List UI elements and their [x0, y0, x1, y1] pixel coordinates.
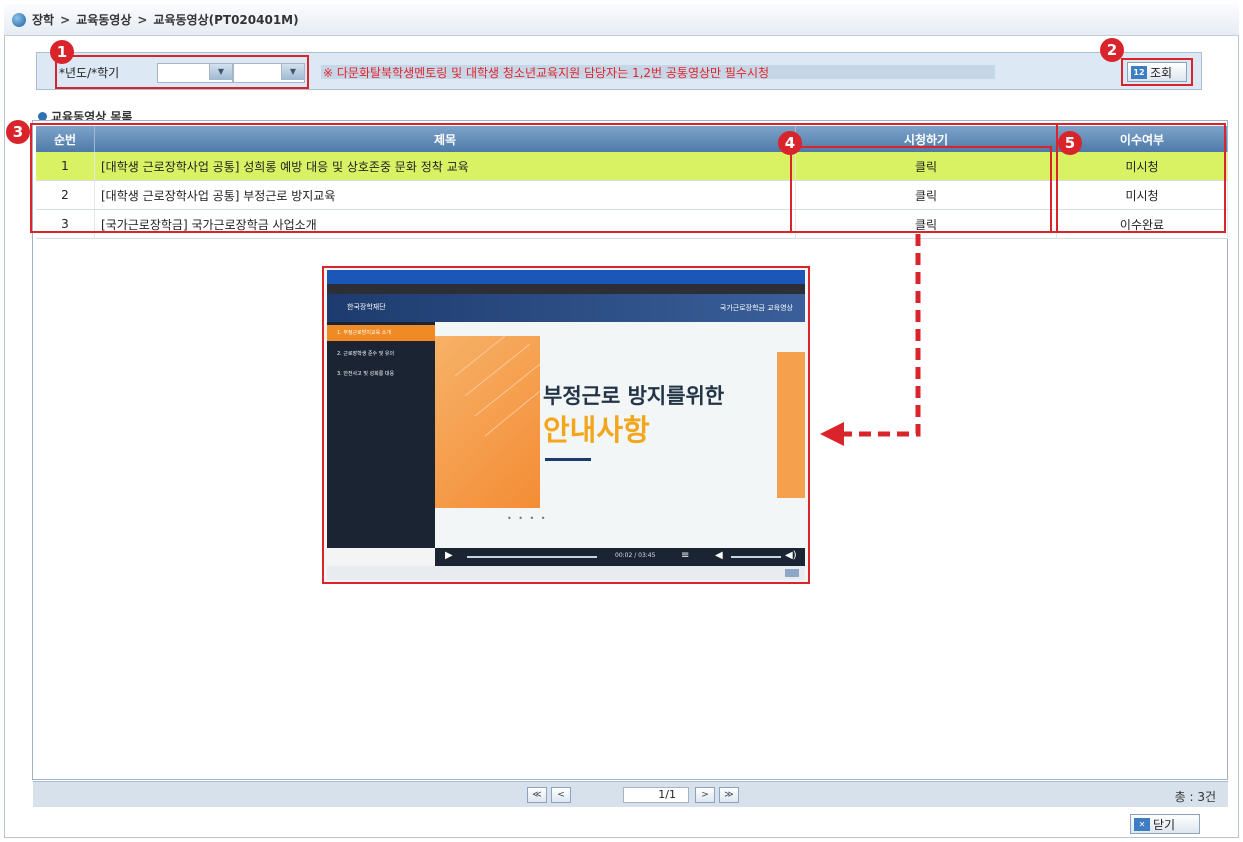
seek-bar: [467, 556, 597, 558]
breadcrumb: 장학 > 교육동영상 > 교육동영상(PT020401M): [4, 4, 1239, 36]
preview-corner-icon: [785, 569, 799, 577]
volume-bar: [731, 556, 781, 558]
year-dropdown-icon[interactable]: ▼: [209, 64, 232, 80]
semester-select[interactable]: ▼: [233, 63, 305, 83]
search-panel: *년도/*학기 ▼ ▼ ※ 다문화탈북학생멘토링 및 대학생 청소년교육지원 담…: [36, 52, 1202, 90]
volume-icon: ◀: [715, 550, 723, 561]
preview-time: 00:02 / 03:45: [615, 552, 656, 559]
marker-2: 2: [1100, 38, 1124, 62]
search-button[interactable]: 12 조회: [1127, 62, 1187, 82]
preview-statusbar: [327, 566, 805, 580]
prev-page-button[interactable]: <: [551, 787, 571, 803]
page-indicator[interactable]: 1/1: [623, 787, 689, 803]
search-button-icon: 12: [1131, 65, 1147, 79]
breadcrumb-item-home: 장학: [32, 13, 55, 27]
first-page-button[interactable]: ≪: [527, 787, 547, 803]
breadcrumb-item-section: 교육동영상: [76, 13, 132, 27]
slide-decoration-right: [777, 352, 805, 498]
marker-4: 4: [778, 131, 802, 155]
marker-3: 3: [6, 120, 30, 144]
preview-menu-item: 2. 근로장학생 준수 및 유의: [337, 351, 395, 357]
preview-menubar: [327, 284, 805, 294]
marker-1: 1: [50, 40, 74, 64]
arrow-icon: [820, 234, 921, 446]
page-title: 교육동영상(PT020401M): [153, 13, 299, 27]
speaker-icon: ◀): [785, 550, 797, 561]
play-icon: ▶: [445, 550, 453, 561]
next-page-button[interactable]: >: [695, 787, 715, 803]
notice-text: ※ 다문화탈북학생멘토링 및 대학생 청소년교육지원 담당자는 1,2번 공통영…: [323, 66, 770, 80]
year-semester-label: *년도/*학기: [59, 66, 120, 80]
preview-menu-item: 3. 안전사고 및 성희롱 대응: [337, 371, 395, 377]
slide-stripes: [454, 336, 540, 437]
preview-sidebar: 1. 부정근로방지교육 소개 2. 근로장학생 준수 및 유의 3. 안전사고 …: [327, 322, 435, 548]
preview-logo: 한국장학재단: [347, 303, 386, 311]
close-icon: ✕: [1134, 817, 1150, 831]
breadcrumb-separator: >: [60, 12, 71, 27]
breadcrumb-separator: >: [137, 12, 148, 27]
pagination-bar: ≪ < 1/1 > ≫ 총 : 3건: [33, 781, 1228, 807]
slide-dots: • • • •: [507, 514, 548, 523]
preview-player-controls: ▶ 00:02 / 03:45 ≡ ◀ ◀): [435, 548, 805, 566]
preview-menu-item: 1. 부정근로방지교육 소개: [327, 325, 435, 341]
highlight-box-watch: [790, 146, 1052, 233]
semester-dropdown-icon[interactable]: ▼: [281, 64, 304, 80]
caption-icon: ≡: [681, 550, 690, 561]
slide-heading: 부정근로 방지를위한: [543, 384, 725, 408]
preview-titlebar: [327, 270, 805, 284]
preview-header-title: 국가근로장학금 교육영상: [719, 304, 793, 312]
marker-5: 5: [1058, 131, 1082, 155]
search-button-label: 조회: [1150, 65, 1173, 80]
slide-subheading: 안내사항: [543, 413, 650, 447]
preview-header: 한국장학재단 국가근로장학금 교육영상: [327, 294, 805, 322]
slide-underline: [545, 458, 591, 461]
slide-decoration-left: [435, 336, 540, 508]
preview-slide: 부정근로 방지를위한 안내사항 • • • •: [435, 322, 805, 548]
total-count: 총 : 3건: [1174, 790, 1216, 804]
last-page-button[interactable]: ≫: [719, 787, 739, 803]
globe-icon: [12, 12, 26, 27]
close-button-label: 닫기: [1153, 817, 1176, 832]
close-button[interactable]: ✕ 닫기: [1130, 814, 1200, 834]
year-select[interactable]: ▼: [157, 63, 233, 83]
